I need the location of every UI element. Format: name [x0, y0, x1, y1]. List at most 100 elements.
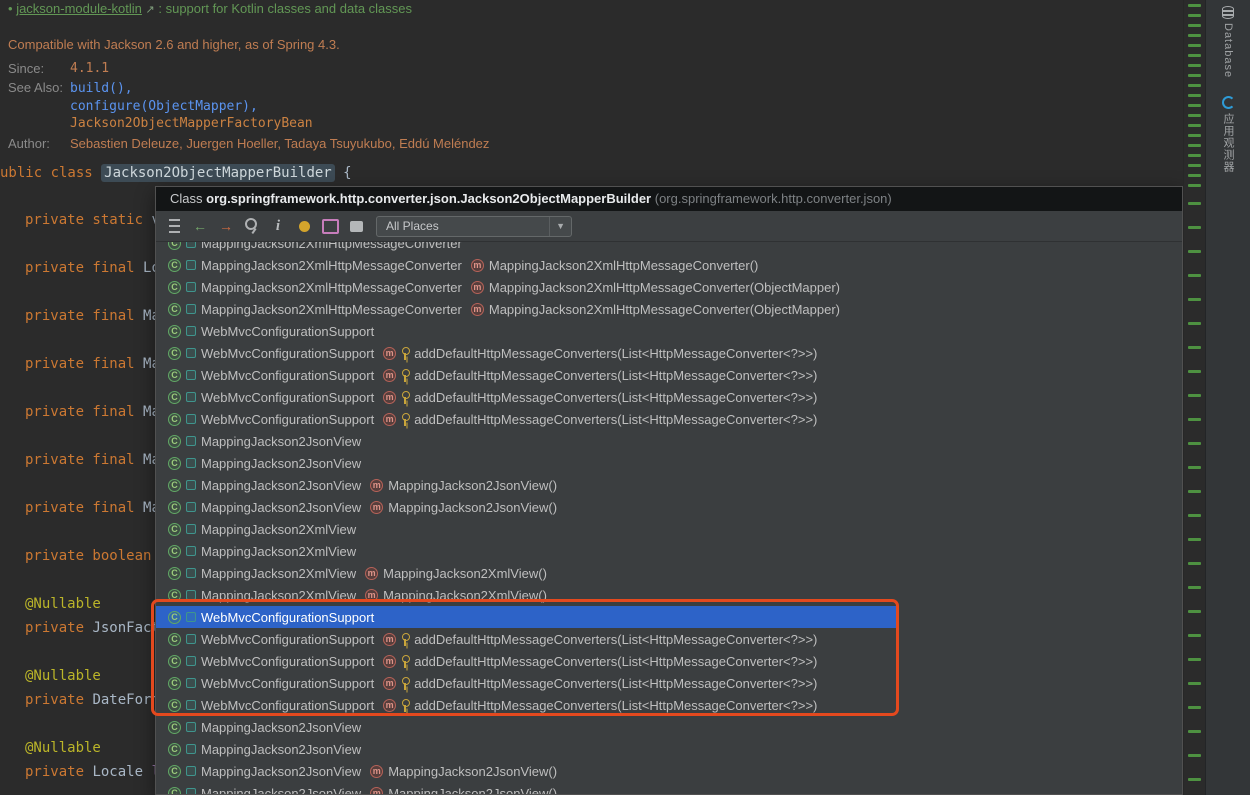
usage-row[interactable]: CWebMvcConfigurationSupportmaddDefaultHt… [156, 628, 1182, 650]
usage-row[interactable]: CWebMvcConfigurationSupportmaddDefaultHt… [156, 672, 1182, 694]
class-icon: C [168, 567, 181, 580]
file-type-icon [186, 612, 196, 622]
usage-row[interactable]: CMappingJackson2XmlHttpMessageConverter [156, 242, 1182, 254]
see-also-link[interactable]: configure(ObjectMapper), [70, 98, 313, 116]
see-also-link[interactable]: Jackson2ObjectMapperFactoryBean [70, 115, 313, 133]
usage-row[interactable]: CWebMvcConfigurationSupportmaddDefaultHt… [156, 408, 1182, 430]
pin-icon[interactable] [242, 216, 262, 236]
class-icon: C [168, 369, 181, 382]
toolwindow-observer-label: 应用观测器 [1220, 113, 1236, 173]
usage-row[interactable]: CMappingJackson2JsonView [156, 452, 1182, 474]
file-type-icon [186, 392, 196, 402]
author-value: Sebastien Deleuze, Juergen Hoeller, Tada… [70, 136, 489, 152]
usage-row[interactable]: CMappingJackson2XmlHttpMessageConverterm… [156, 276, 1182, 298]
row-class-name: WebMvcConfigurationSupport [201, 324, 374, 339]
editor-marker [1188, 154, 1201, 157]
usage-row[interactable]: CWebMvcConfigurationSupportmaddDefaultHt… [156, 650, 1182, 672]
marker-stripe[interactable] [1183, 0, 1205, 795]
code-token: private final [25, 452, 143, 468]
usage-row[interactable]: CMappingJackson2JsonView [156, 738, 1182, 760]
code-line: @Nullable [25, 667, 101, 686]
row-class-name: MappingJackson2XmlView [201, 522, 356, 537]
usage-row[interactable]: CMappingJackson2XmlViewmMappingJackson2X… [156, 562, 1182, 584]
external-link-icon: ↗ [146, 4, 155, 16]
method-icon: m [383, 391, 396, 404]
usage-row[interactable]: CWebMvcConfigurationSupportmaddDefaultHt… [156, 386, 1182, 408]
row-class-name: WebMvcConfigurationSupport [201, 654, 374, 669]
code-token: private [25, 764, 92, 780]
usage-row[interactable]: CMappingJackson2JsonView [156, 430, 1182, 452]
class-icon: C [168, 325, 181, 338]
row-class-name: MappingJackson2XmlHttpMessageConverter [201, 280, 462, 295]
editor-marker [1188, 346, 1201, 349]
scope-combo[interactable]: All Places ▼ [376, 216, 572, 237]
usage-row[interactable]: CMappingJackson2JsonViewmMappingJackson2… [156, 496, 1182, 518]
code-token: private final [25, 260, 143, 276]
class-decl-suffix: { [335, 165, 352, 181]
class-keyword: ublic class [0, 165, 101, 181]
doc-module-link[interactable]: jackson-module-kotlin [16, 1, 142, 16]
colors-icon[interactable] [294, 216, 314, 236]
see-also-link[interactable]: build(), [70, 80, 313, 98]
code-line: private final Lo [25, 259, 160, 278]
usage-row[interactable]: CWebMvcConfigurationSupportmaddDefaultHt… [156, 364, 1182, 386]
usage-row[interactable]: CMappingJackson2JsonViewmMappingJackson2… [156, 474, 1182, 496]
group-by-icon[interactable] [164, 216, 184, 236]
usage-row[interactable]: CMappingJackson2XmlHttpMessageConverterm… [156, 254, 1182, 276]
toolwindow-observer-button[interactable]: 应用观测器 [1220, 96, 1236, 173]
usage-row[interactable]: C WebMvcConfigurationSupport [156, 320, 1182, 342]
file-type-icon [186, 700, 196, 710]
usage-row[interactable]: CMappingJackson2XmlHttpMessageConverterm… [156, 298, 1182, 320]
usage-row[interactable]: CWebMvcConfigurationSupport [156, 606, 1182, 628]
row-class-name: WebMvcConfigurationSupport [201, 412, 374, 427]
editor-marker [1188, 226, 1201, 229]
usage-row[interactable]: CWebMvcConfigurationSupportmaddDefaultHt… [156, 342, 1182, 364]
usage-row[interactable]: CMappingJackson2JsonViewmMappingJackson2… [156, 782, 1182, 794]
code-line: private final Ma [25, 451, 160, 470]
protected-key-icon [401, 633, 409, 646]
editor-marker [1188, 466, 1201, 469]
row-class-name: MappingJackson2JsonView [201, 434, 361, 449]
code-line: private final Ma [25, 499, 160, 518]
since-label: Since: [8, 61, 44, 77]
editor-marker [1188, 24, 1201, 27]
row-class-name: MappingJackson2JsonView [201, 720, 361, 735]
editor-marker [1188, 778, 1201, 781]
row-method-name: addDefaultHttpMessageConverters(List<Htt… [414, 654, 817, 669]
preview-icon[interactable] [346, 216, 366, 236]
editor-marker [1188, 658, 1201, 661]
file-type-icon [186, 458, 196, 468]
usage-row[interactable]: CMappingJackson2XmlView [156, 518, 1182, 540]
code-token: private final [25, 404, 143, 420]
export-icon[interactable] [320, 216, 340, 236]
row-class-name: WebMvcConfigurationSupport [201, 610, 374, 625]
row-class-name: WebMvcConfigurationSupport [201, 676, 374, 691]
method-icon: m [471, 303, 484, 316]
usage-row[interactable]: CMappingJackson2XmlView [156, 540, 1182, 562]
usage-row[interactable]: CMappingJackson2JsonViewmMappingJackson2… [156, 760, 1182, 782]
editor-marker [1188, 4, 1201, 7]
popup-header-package: (org.springframework.http.converter.json… [655, 191, 892, 206]
file-type-icon [186, 744, 196, 754]
class-icon: C [168, 589, 181, 602]
previous-occurrence-icon[interactable] [190, 216, 210, 236]
row-method-name: addDefaultHttpMessageConverters(List<Htt… [414, 676, 817, 691]
usage-row[interactable]: CMappingJackson2JsonView [156, 716, 1182, 738]
popup-header-prefix: Class [170, 191, 206, 206]
toolwindow-database-button[interactable]: Database [1222, 6, 1234, 78]
see-also-links: build(),configure(ObjectMapper),Jackson2… [70, 80, 313, 133]
file-type-icon [186, 656, 196, 666]
file-type-icon [186, 282, 196, 292]
row-method-name: addDefaultHttpMessageConverters(List<Htt… [414, 390, 817, 405]
code-line: private final Ma [25, 403, 160, 422]
usage-row[interactable]: CWebMvcConfigurationSupportmaddDefaultHt… [156, 694, 1182, 716]
info-icon[interactable] [268, 216, 288, 236]
code-token: JsonFact [92, 620, 159, 636]
next-occurrence-icon[interactable] [216, 216, 236, 236]
chevron-down-icon: ▼ [549, 217, 571, 236]
usage-row[interactable]: CMappingJackson2XmlViewmMappingJackson2X… [156, 584, 1182, 606]
row-class-name: MappingJackson2XmlView [201, 588, 356, 603]
editor-marker [1188, 14, 1201, 17]
method-icon: m [383, 633, 396, 646]
file-type-icon [186, 678, 196, 688]
